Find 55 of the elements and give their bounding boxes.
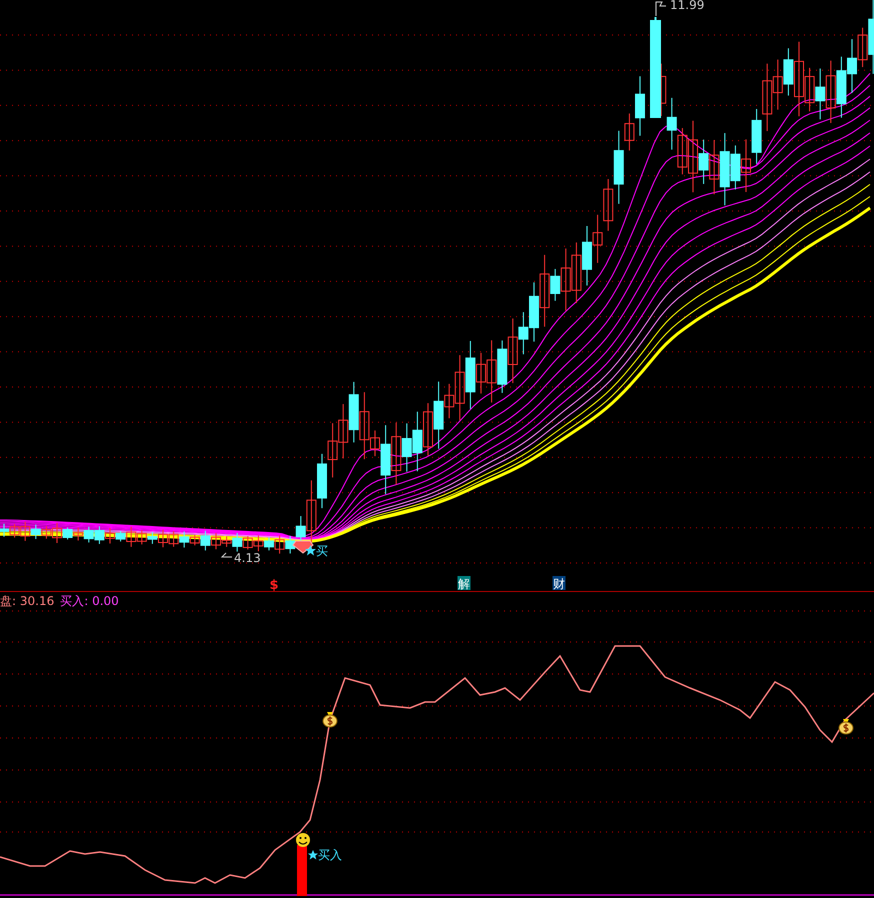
candlestick bbox=[571, 242, 582, 304]
candlestick bbox=[815, 68, 826, 120]
low-price-label: 4.13 bbox=[220, 551, 261, 565]
high-price-label: 11.99 bbox=[656, 0, 704, 16]
indicator-legend-text: 买入: 0.00 bbox=[60, 592, 119, 610]
candlestick bbox=[253, 534, 264, 552]
candlestick bbox=[136, 530, 147, 545]
candlestick bbox=[752, 108, 762, 164]
chart-tag[interactable]: 解 bbox=[458, 576, 470, 591]
gem-icon bbox=[292, 540, 314, 554]
candlestick bbox=[10, 523, 20, 538]
star-icon bbox=[305, 545, 316, 556]
candlestick bbox=[529, 282, 539, 342]
buy-signal-label: 买 bbox=[316, 544, 328, 558]
candlestick bbox=[709, 139, 720, 195]
candlestick bbox=[762, 63, 772, 132]
candlestick bbox=[826, 60, 836, 124]
candlestick bbox=[412, 411, 422, 472]
candlestick bbox=[666, 97, 677, 150]
candlestick bbox=[348, 381, 359, 443]
candlestick bbox=[836, 56, 846, 118]
candlestick bbox=[592, 214, 603, 264]
star-icon bbox=[308, 850, 318, 860]
candlestick bbox=[328, 422, 338, 478]
buy-label: 买入 bbox=[318, 848, 342, 862]
candlestick bbox=[847, 38, 857, 94]
smiley-icon bbox=[296, 833, 310, 847]
chart-tag[interactable]: 财 bbox=[552, 576, 566, 591]
indicator-legend-text: 盘: 30.16 bbox=[0, 592, 54, 610]
candlestick bbox=[168, 530, 179, 548]
candlestick bbox=[158, 529, 168, 548]
candlestick bbox=[317, 453, 327, 509]
candlestick bbox=[497, 340, 508, 394]
candlestick bbox=[242, 536, 253, 550]
candlestick bbox=[391, 422, 402, 486]
candlestick bbox=[0, 523, 9, 538]
candlestick bbox=[264, 536, 274, 551]
candlestick bbox=[423, 402, 433, 456]
candlestick bbox=[772, 59, 783, 110]
candlestick bbox=[30, 524, 41, 540]
candlestick bbox=[582, 226, 592, 286]
money-bag-icon bbox=[838, 719, 854, 734]
candlestick bbox=[603, 178, 614, 232]
signal-bar bbox=[297, 845, 307, 896]
dollar-sign-marker: $ bbox=[269, 578, 279, 591]
candlestick bbox=[84, 526, 94, 543]
candlestick bbox=[402, 422, 412, 472]
candlestick bbox=[274, 534, 285, 554]
candlestick bbox=[338, 404, 348, 459]
candlestick bbox=[94, 526, 104, 544]
candlestick bbox=[741, 138, 751, 192]
candlestick bbox=[147, 531, 158, 544]
candlestick bbox=[20, 521, 30, 542]
money-bag-icon bbox=[322, 712, 338, 728]
candlestick bbox=[73, 527, 84, 542]
